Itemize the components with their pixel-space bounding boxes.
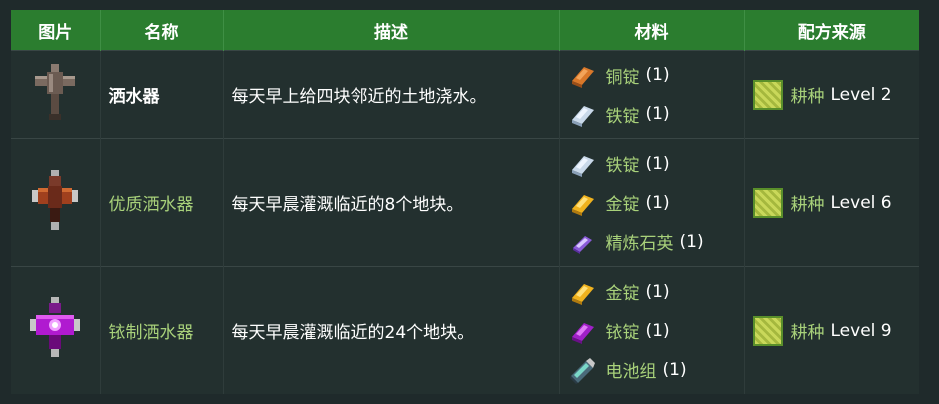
table-header-row: 图片 名称 描述 材料 配方来源 [11, 10, 919, 51]
iridium-sprinkler-icon[interactable] [28, 297, 82, 366]
material-qty: (1) [645, 320, 670, 341]
skill-name[interactable]: 耕种 [791, 82, 825, 107]
material-item: 铱锭 (1) [568, 311, 736, 350]
item-name[interactable]: 优质洒水器 [109, 195, 194, 215]
material-qty: (1) [645, 153, 670, 174]
item-name: 洒水器 [108, 87, 160, 107]
material-item: 金锭 (1) [568, 272, 736, 311]
material-qty: (1) [645, 192, 670, 213]
header-description: 描述 [223, 10, 560, 51]
skill-name[interactable]: 耕种 [791, 318, 825, 343]
material-name[interactable]: 铜锭 [606, 63, 640, 88]
skill-level: Level 6 [830, 192, 892, 213]
material-name[interactable]: 金锭 [606, 279, 640, 304]
material-name[interactable]: 金锭 [606, 190, 640, 215]
material-item: 铁锭 (1) [568, 144, 736, 183]
material-item: 精炼石英 (1) [568, 222, 736, 261]
material-name[interactable]: 铁锭 [606, 102, 640, 127]
item-name[interactable]: 铱制洒水器 [109, 323, 194, 343]
skill-level: Level 9 [830, 320, 892, 341]
header-recipe-source: 配方来源 [744, 10, 919, 51]
iron-bar-icon[interactable] [568, 100, 596, 128]
item-description: 每天早晨灌溉临近的8个地块。 [231, 195, 464, 215]
battery-pack-icon[interactable] [568, 356, 596, 384]
iron-bar-icon[interactable] [568, 150, 596, 178]
sprinkler-icon[interactable] [31, 64, 79, 127]
materials-cell: 铜锭 (1) 铁锭 (1) [559, 50, 745, 139]
materials-cell: 金锭 (1) 铱锭 (1) 电池组 (1) [559, 266, 745, 394]
farming-skill-icon[interactable] [752, 79, 783, 110]
recipe-source: 耕种 Level 6 [752, 187, 912, 218]
header-materials: 材料 [559, 10, 745, 51]
materials-cell: 铁锭 (1) 金锭 (1) 精炼石英 (1) [559, 138, 745, 267]
material-name[interactable]: 精炼石英 [606, 229, 674, 254]
farming-skill-icon[interactable] [752, 315, 783, 346]
table-row: 洒水器 每天早上给四块邻近的土地浇水。 铜锭 (1) 铁锭 (1) 耕种 Lev… [11, 50, 919, 139]
material-qty: (1) [645, 281, 670, 302]
material-qty: (1) [679, 231, 704, 252]
gold-bar-icon[interactable] [568, 189, 596, 217]
material-name[interactable]: 铁锭 [606, 151, 640, 176]
recipe-source: 耕种 Level 2 [752, 79, 912, 110]
material-qty: (1) [645, 65, 670, 85]
item-description: 每天早晨灌溉临近的24个地块。 [231, 323, 475, 343]
quality-sprinkler-icon[interactable] [30, 170, 80, 237]
material-qty: (1) [645, 104, 670, 124]
gold-bar-icon[interactable] [568, 278, 596, 306]
material-item: 电池组 (1) [568, 350, 736, 389]
material-item: 铜锭 (1) [568, 56, 736, 95]
material-item: 铁锭 (1) [568, 95, 736, 134]
skill-level: Level 2 [830, 84, 892, 105]
sprinkler-recipe-table: 图片 名称 描述 材料 配方来源 洒水器 每天早上给四块邻近的土地浇水。 铜锭 … [11, 10, 919, 394]
material-name[interactable]: 铱锭 [606, 318, 640, 343]
refined-quartz-icon[interactable] [568, 228, 596, 256]
iridium-bar-icon[interactable] [568, 317, 596, 345]
skill-name[interactable]: 耕种 [791, 190, 825, 215]
farming-skill-icon[interactable] [752, 187, 783, 218]
material-name[interactable]: 电池组 [606, 357, 657, 382]
material-qty: (1) [662, 359, 687, 380]
recipe-table-container: 图片 名称 描述 材料 配方来源 洒水器 每天早上给四块邻近的土地浇水。 铜锭 … [11, 10, 919, 394]
table-row: 优质洒水器 每天早晨灌溉临近的8个地块。 铁锭 (1) 金锭 (1) 精炼石英 … [11, 138, 919, 267]
material-item: 金锭 (1) [568, 183, 736, 222]
recipe-source: 耕种 Level 9 [752, 315, 912, 346]
item-description: 每天早上给四块邻近的土地浇水。 [231, 87, 487, 107]
copper-bar-icon[interactable] [568, 61, 596, 89]
header-name: 名称 [100, 10, 224, 51]
table-row: 铱制洒水器 每天早晨灌溉临近的24个地块。 金锭 (1) 铱锭 (1) 电池组 … [11, 266, 919, 394]
header-image: 图片 [11, 10, 101, 51]
